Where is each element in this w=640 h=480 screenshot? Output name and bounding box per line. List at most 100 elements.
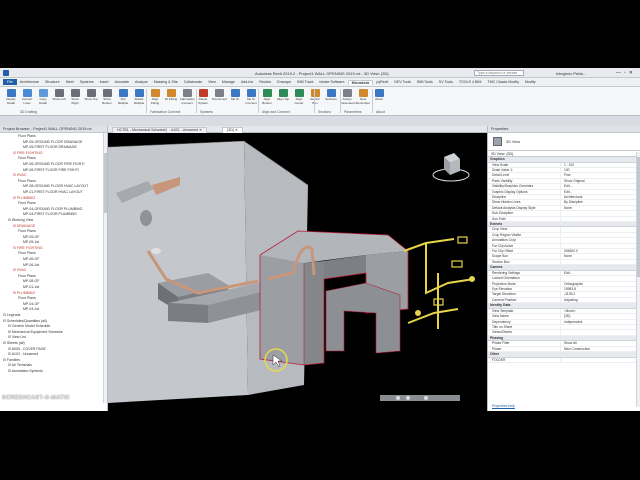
ribbon-tab[interactable]: pyRevit (373, 80, 391, 84)
ribbon-tab[interactable]: Insert (97, 80, 112, 84)
ribbon-button[interactable]: Show Top (84, 89, 98, 105)
property-value[interactable] (560, 324, 640, 330)
property-value[interactable] (560, 211, 640, 216)
property-value[interactable] (560, 227, 640, 232)
ribbon-tab[interactable]: View (205, 80, 219, 84)
ribbon-tab[interactable]: Modify (522, 80, 539, 84)
ribbon-tab[interactable]: Ideate Software (316, 80, 347, 84)
ribbon-button[interactable]: Deploy Detail (4, 89, 18, 105)
property-value[interactable]: Fine (560, 173, 640, 178)
property-value[interactable] (560, 243, 640, 248)
property-value[interactable] (560, 357, 640, 362)
type-selector[interactable]: 3D View (488, 133, 640, 151)
window-controls[interactable]: —▫✕ (616, 70, 636, 76)
property-value[interactable]: 304800.0 (560, 249, 640, 254)
ribbon-tab[interactable]: Analyze (132, 80, 151, 84)
ribbon-button[interactable]: Align Fitting (148, 89, 162, 105)
ribbon-tab[interactable]: TOOLS 4 BIM (456, 80, 485, 84)
browser-scrollbar[interactable] (103, 133, 107, 403)
ribbon-tab[interactable]: SV Tools (436, 80, 456, 84)
property-key: Default Analysis Display Style (492, 205, 536, 210)
property-value[interactable]: None (560, 205, 640, 211)
ribbon-button[interactable]: Me To (228, 89, 242, 105)
property-value[interactable]: By Discipline (560, 200, 640, 205)
property-key: Crop View (492, 227, 508, 232)
ribbon-tab[interactable]: Add-Ins (238, 80, 256, 84)
ribbon-button[interactable]: Flip Multiple (116, 89, 130, 105)
3d-viewport[interactable] (108, 133, 487, 411)
ribbon-tab[interactable]: Systems (77, 80, 97, 84)
ribbon-tab[interactable]: BIM Tools (414, 80, 436, 84)
ribbon-button[interactable]: Convert Lines (20, 89, 34, 105)
property-row[interactable]: FOLDER (488, 357, 640, 364)
ribbon-button-label: Deploy Detail (6, 97, 16, 105)
property-value[interactable]: Show Original (560, 178, 640, 184)
ribbon-tab[interactable]: BIM Track (294, 80, 316, 84)
ribbon-tab[interactable]: Architecture (17, 80, 42, 84)
ribbon-tab[interactable]: Annotate (112, 80, 132, 84)
property-value[interactable]: 1 : 100 (560, 162, 640, 167)
user-name[interactable]: Integenic.Pelsk... (556, 71, 586, 76)
ribbon-button[interactable]: Fabrication Connect (180, 89, 195, 105)
property-value[interactable] (560, 232, 640, 238)
ribbon-button[interactable]: About (372, 89, 386, 105)
ribbon-button[interactable]: Section Box (308, 89, 322, 105)
ribbon-button[interactable]: Rotate Multiple (132, 89, 146, 105)
ribbon-button[interactable]: Sections (324, 89, 338, 105)
ribbon-tab[interactable]: Massing & Site (151, 80, 181, 84)
align-center-icon (294, 89, 304, 97)
property-value[interactable] (560, 276, 640, 281)
ribbon-tab[interactable]: File (3, 79, 17, 85)
ribbon-button[interactable]: Align Bottom (260, 89, 274, 105)
revit-logo-icon[interactable] (3, 70, 9, 76)
property-value[interactable]: Adjusting (560, 297, 640, 303)
property-value[interactable]: Edit... (560, 189, 640, 194)
property-value[interactable]: {3D} (560, 314, 640, 319)
ribbon-tab[interactable]: Enscape (274, 80, 294, 84)
show-right-icon (70, 89, 80, 97)
browser-tree-item[interactable]: ⊟ Annotation Symbols (0, 369, 107, 375)
ribbon-button[interactable]: Show Bottom (100, 89, 114, 105)
property-value[interactable]: -3136.2 (560, 292, 640, 297)
ribbon-tab[interactable]: Steel (63, 80, 77, 84)
search-input[interactable]: Type a keyword or phrase (474, 70, 524, 76)
property-value[interactable]: Independent (560, 319, 640, 324)
property-value[interactable] (560, 238, 640, 243)
property-value[interactable]: None (560, 254, 640, 259)
ribbon-button-label: Copy Detail (39, 97, 47, 105)
properties-scrollbar[interactable] (636, 152, 640, 407)
property-value[interactable]: New Construction (560, 346, 640, 351)
property-value[interactable]: Orthographic (560, 281, 640, 286)
ribbon-tab[interactable]: Revizto (256, 80, 274, 84)
ribbon-tab[interactable]: Manage (219, 80, 238, 84)
ribbon-tab[interactable]: DEV Tools (391, 80, 414, 84)
ribbon-tab[interactable]: Collaborate (181, 80, 205, 84)
browser-scroll-thumb[interactable] (104, 153, 107, 213)
property-value[interactable]: <None> (560, 308, 640, 314)
properties-help-link[interactable]: Properties help (492, 404, 515, 408)
ribbon-tab[interactable]: TMC Cicada Modify (484, 80, 522, 84)
ribbon-button-label: About (375, 97, 383, 101)
ribbon-button[interactable]: Copy Detail (36, 89, 50, 105)
ribbon-button[interactable]: Assign Parameters (340, 89, 356, 105)
ribbon-button[interactable]: Show Left (52, 89, 66, 105)
property-value[interactable]: 100 (560, 167, 640, 173)
ribbon-button[interactable]: Fit Fitting (164, 89, 178, 105)
property-value[interactable] (560, 330, 640, 335)
ribbon-button[interactable]: Delete System (196, 89, 210, 105)
ribbon-button[interactable]: Disconnect (212, 89, 227, 105)
property-value[interactable]: Edit... (560, 184, 640, 189)
ribbon-button[interactable]: Me To Connect (244, 89, 258, 105)
ribbon-button[interactable]: Show Right (68, 89, 82, 105)
ribbon-tab[interactable]: Structure (42, 80, 63, 84)
property-value[interactable] (560, 216, 640, 221)
ribbon-button[interactable]: Align Center (292, 89, 306, 105)
property-value[interactable]: 15983.8 (560, 286, 640, 292)
ribbon-button[interactable]: New Renumber (356, 89, 370, 105)
property-value[interactable]: Show All (560, 341, 640, 346)
property-value[interactable] (560, 259, 640, 265)
property-value[interactable]: Edit... (560, 270, 640, 276)
ribbon-tab[interactable]: Microdesk (347, 79, 374, 85)
property-value[interactable]: Architectural (560, 194, 640, 200)
ribbon-button[interactable]: Align Top (276, 89, 290, 105)
